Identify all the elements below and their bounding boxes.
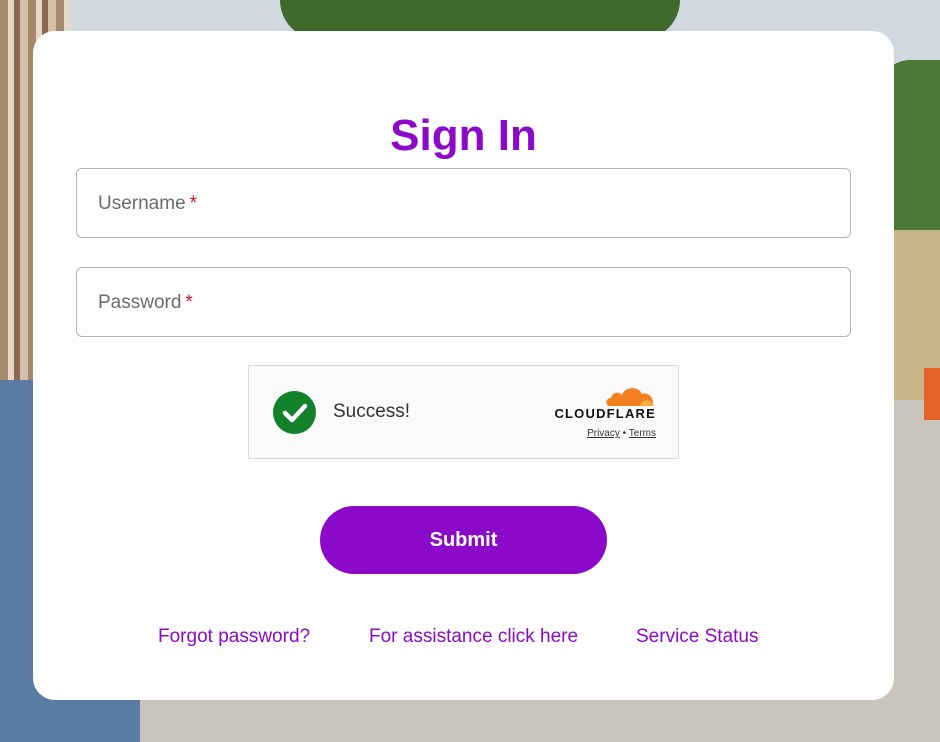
required-marker: * — [189, 193, 198, 214]
service-status-link[interactable]: Service Status — [636, 626, 759, 648]
cloudflare-links: Privacy • Terms — [549, 428, 656, 439]
username-field[interactable]: Username * — [76, 168, 851, 238]
submit-button[interactable]: Submit — [320, 506, 607, 574]
assistance-link[interactable]: For assistance click here — [369, 626, 578, 648]
success-check-icon — [273, 391, 316, 434]
captcha-status-text: Success! — [333, 401, 411, 422]
password-label: Password * — [98, 292, 193, 314]
forgot-password-link[interactable]: Forgot password? — [158, 626, 310, 648]
privacy-link[interactable]: Privacy — [587, 428, 620, 439]
cloudflare-cloud-icon — [606, 388, 654, 406]
cloudflare-turnstile-widget[interactable]: Success! CLOUDFLARE Privacy • Terms — [248, 365, 679, 459]
page-title: Sign In — [390, 111, 537, 160]
username-label: Username * — [98, 193, 197, 215]
required-marker: * — [185, 292, 193, 313]
links-separator: • — [622, 428, 627, 439]
password-field[interactable]: Password * — [76, 267, 851, 337]
sign-in-card: Sign In Username * Password * Success! CLO… — [33, 31, 894, 700]
background-cone — [924, 368, 940, 420]
terms-link[interactable]: Terms — [629, 428, 656, 439]
username-label-text: Username — [98, 193, 186, 214]
cloudflare-logo-text: CLOUDFLARE — [554, 406, 656, 421]
password-label-text: Password — [98, 292, 182, 313]
